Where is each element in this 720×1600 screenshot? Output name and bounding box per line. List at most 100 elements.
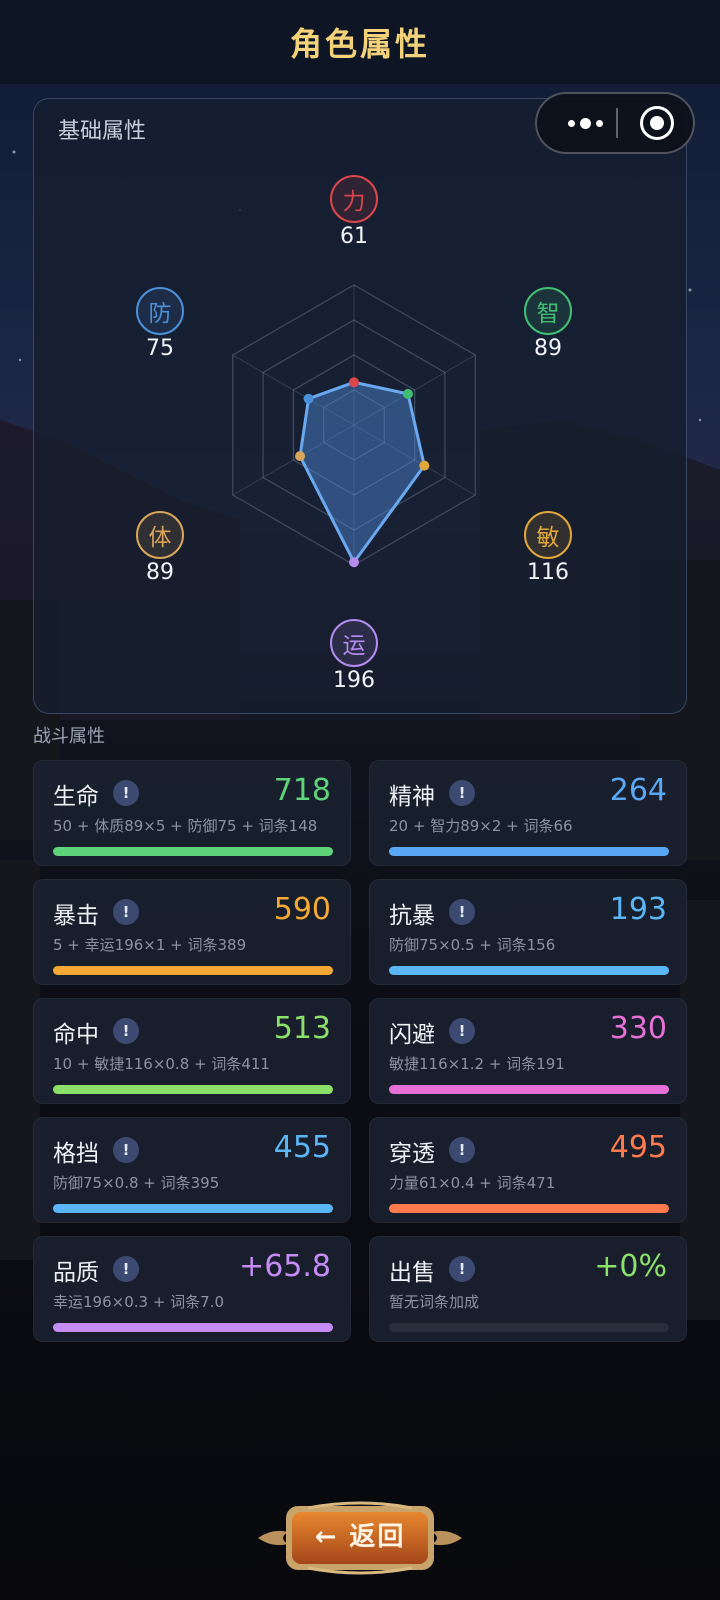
radar-point (349, 557, 359, 568)
stat-formula: 20 + 智力89×2 + 词条66 (389, 817, 573, 835)
info-icon[interactable]: ! (449, 1256, 475, 1282)
stat-card: 精神! 264 20 + 智力89×2 + 词条66 (369, 760, 687, 866)
stat-bar (389, 1204, 669, 1213)
stat-value: 590 (273, 892, 331, 927)
attribute-value: 89 (146, 560, 174, 585)
stat-card: 穿透! 495 力量61×0.4 + 词条471 (369, 1117, 687, 1223)
stat-name: 精神 (389, 784, 435, 810)
stat-name: 穿透 (389, 1141, 435, 1167)
info-icon[interactable]: ! (113, 1256, 139, 1282)
attribute-badge: 智 (524, 287, 572, 335)
combat-attributes-title: 战斗属性 (33, 726, 105, 747)
info-icon[interactable]: ! (449, 1137, 475, 1163)
attribute-badge: 运 (330, 619, 378, 667)
stat-formula: 暂无词条加成 (389, 1293, 480, 1311)
info-icon[interactable]: ! (449, 1018, 475, 1044)
stat-value: 330 (609, 1011, 667, 1046)
stat-bar (53, 847, 333, 856)
attribute-node: 敏 116 (508, 511, 588, 585)
stat-bar-fill (53, 847, 333, 856)
attribute-node: 力 61 (314, 175, 394, 249)
stat-value: 495 (609, 1130, 667, 1165)
info-icon[interactable]: ! (449, 899, 475, 925)
info-icon[interactable]: ! (113, 1018, 139, 1044)
stat-bar-fill (389, 966, 669, 975)
stat-value: 455 (273, 1130, 331, 1165)
attribute-value: 61 (340, 224, 368, 249)
stat-bar-fill (53, 966, 333, 975)
stat-bar-fill (389, 1204, 669, 1213)
stat-formula: 50 + 体质89×5 + 防御75 + 词条148 (53, 817, 318, 835)
page-title: 角色属性 (289, 25, 430, 63)
stat-card: 品质! +65.8 幸运196×0.3 + 词条7.0 (33, 1236, 351, 1342)
stat-name: 格挡 (53, 1141, 99, 1167)
capsule-divider (616, 108, 618, 138)
stat-bar-fill (53, 1323, 333, 1332)
stat-bar-fill (53, 1085, 333, 1094)
radar-point (419, 460, 430, 471)
stat-name: 出售 (389, 1260, 435, 1286)
stat-name: 品质 (53, 1260, 99, 1286)
attribute-badge: 体 (136, 511, 184, 559)
radar-point (303, 393, 314, 404)
basic-attributes-panel: 基础属性 力 61 智 89 敏 116 运 196 体 89 防 75 (33, 98, 687, 714)
stat-value: 513 (273, 1011, 331, 1046)
stat-bar (53, 1085, 333, 1094)
attribute-value: 196 (333, 668, 375, 693)
stat-bar (53, 966, 333, 975)
stat-bar (389, 966, 669, 975)
stat-card: 抗暴! 193 防御75×0.5 + 词条156 (369, 879, 687, 985)
attribute-node: 防 75 (120, 287, 200, 361)
stat-value: +0% (594, 1249, 667, 1284)
back-button-label: ← 返回 (314, 1522, 406, 1552)
target-circle-icon[interactable] (640, 106, 674, 140)
stat-name: 抗暴 (389, 903, 435, 929)
stat-card: 生命! 718 50 + 体质89×5 + 防御75 + 词条148 (33, 760, 351, 866)
attribute-value: 75 (146, 336, 174, 361)
stat-bar-fill (389, 1085, 669, 1094)
info-icon[interactable]: ! (113, 1137, 139, 1163)
attribute-badge: 力 (330, 175, 378, 223)
stat-value: 193 (609, 892, 667, 927)
info-icon[interactable]: ! (449, 780, 475, 806)
attribute-value: 116 (527, 560, 569, 585)
stat-formula: 防御75×0.5 + 词条156 (389, 936, 556, 954)
stat-formula: 敏捷116×1.2 + 词条191 (389, 1055, 565, 1073)
attribute-value: 89 (534, 336, 562, 361)
stat-card: 暴击! 590 5 + 幸运196×1 + 词条389 (33, 879, 351, 985)
stat-bar-fill (389, 847, 669, 856)
stat-value: 264 (609, 773, 667, 808)
title-bar: 角色属性 (0, 0, 720, 84)
attribute-badge: 防 (136, 287, 184, 335)
attribute-badge: 敏 (524, 511, 572, 559)
stat-bar (53, 1204, 333, 1213)
stat-card: 格挡! 455 防御75×0.8 + 词条395 (33, 1117, 351, 1223)
stat-bar (53, 1323, 333, 1332)
stat-bar (389, 1085, 669, 1094)
stat-card: 闪避! 330 敏捷116×1.2 + 词条191 (369, 998, 687, 1104)
attribute-node: 智 89 (508, 287, 588, 361)
attribute-node: 体 89 (120, 511, 200, 585)
stat-card: 出售! +0% 暂无词条加成 (369, 1236, 687, 1342)
stat-name: 暴击 (53, 903, 99, 929)
radar-point (295, 451, 306, 462)
stat-bar-fill (53, 1204, 333, 1213)
radar-point (349, 377, 359, 388)
stat-formula: 10 + 敏捷116×0.8 + 词条411 (53, 1055, 270, 1073)
radar-point (402, 388, 413, 399)
stat-name: 命中 (53, 1022, 99, 1048)
stat-bar (389, 847, 669, 856)
stat-name: 闪避 (389, 1022, 435, 1048)
stat-formula: 5 + 幸运196×1 + 词条389 (53, 936, 247, 954)
back-button[interactable]: ← 返回 (248, 1496, 472, 1580)
stat-value: 718 (273, 773, 331, 808)
stat-value: +65.8 (239, 1249, 331, 1284)
attribute-node: 运 196 (314, 619, 394, 693)
info-icon[interactable]: ! (113, 780, 139, 806)
mini-program-capsule (535, 92, 695, 154)
info-icon[interactable]: ! (113, 899, 139, 925)
stat-card: 命中! 513 10 + 敏捷116×0.8 + 词条411 (33, 998, 351, 1104)
stat-formula: 力量61×0.4 + 词条471 (389, 1174, 556, 1192)
stat-formula: 防御75×0.8 + 词条395 (53, 1174, 220, 1192)
more-dots-icon[interactable] (557, 94, 613, 152)
